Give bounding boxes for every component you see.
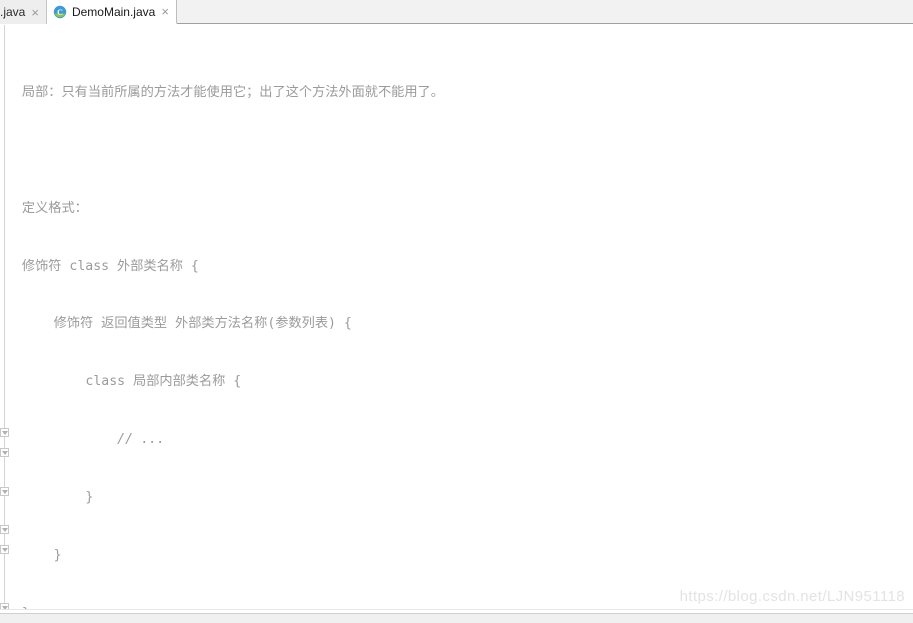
- code-line-text: 局部：只有当前所属的方法才能使用它；出了这个方法外面就不能用了。: [6, 84, 444, 100]
- code-content[interactable]: 局部：只有当前所属的方法才能使用它；出了这个方法外面就不能用了。 定义格式： 修…: [0, 25, 913, 621]
- editor-tab-0[interactable]: .java ×: [0, 0, 47, 24]
- code-line: }: [6, 488, 913, 507]
- java-class-icon: C: [53, 5, 67, 19]
- code-line-text: 修饰符 class 外部类名称 {: [6, 258, 199, 274]
- watermark: https://blog.csdn.net/LJN951118: [679, 588, 905, 605]
- editor-tab-bar: .java × C DemoMain.java ×: [0, 0, 913, 24]
- code-line-text: class 局部内部类名称 {: [6, 374, 242, 390]
- code-line: 定义格式：: [6, 199, 913, 218]
- code-line: 局部：只有当前所属的方法才能使用它；出了这个方法外面就不能用了。: [6, 83, 913, 102]
- code-line: 修饰符 class 外部类名称 {: [6, 257, 913, 276]
- editor-tab-1-label: DemoMain.java: [71, 4, 156, 19]
- code-line-text: 修饰符 返回值类型 外部类方法名称(参数列表) {: [6, 316, 352, 332]
- code-line-text: }: [6, 548, 62, 564]
- editor-tab-0-label: .java: [0, 5, 26, 19]
- code-editor[interactable]: 局部：只有当前所属的方法才能使用它；出了这个方法外面就不能用了。 定义格式： 修…: [0, 25, 913, 621]
- close-icon[interactable]: ×: [161, 5, 169, 18]
- bottom-bar: [0, 613, 913, 623]
- code-line: 修饰符 返回值类型 外部类方法名称(参数列表) {: [6, 314, 913, 333]
- editor-tab-1[interactable]: C DemoMain.java ×: [46, 0, 177, 24]
- code-line: class 局部内部类名称 {: [6, 372, 913, 391]
- tab-bar-filler: [176, 0, 913, 23]
- code-line: }: [6, 546, 913, 565]
- code-line: // ...: [6, 430, 913, 449]
- editor-window: .java × C DemoMain.java × 局部：只有当前所属的方法才能…: [0, 0, 913, 623]
- close-icon[interactable]: ×: [31, 6, 39, 19]
- code-line-text: 定义格式：: [6, 200, 88, 216]
- code-line-text: }: [6, 490, 94, 506]
- code-line-text: // ...: [6, 432, 165, 448]
- svg-text:C: C: [57, 8, 63, 17]
